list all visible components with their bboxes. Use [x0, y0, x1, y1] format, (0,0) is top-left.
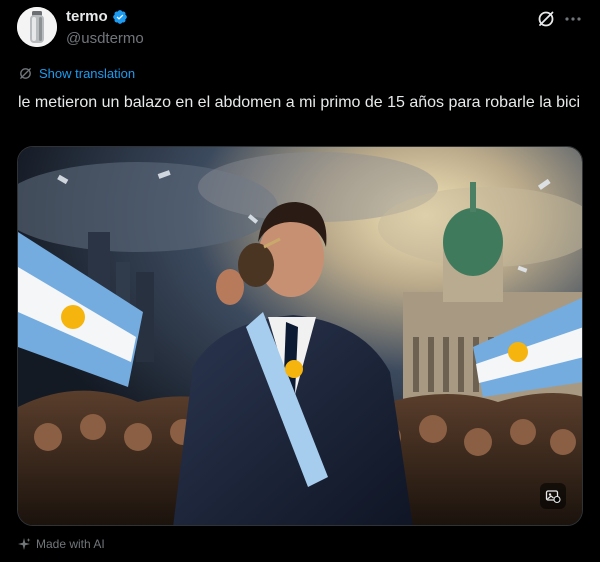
sparkle-icon [18, 538, 31, 550]
tweet-text: le metieron un balazo en el abdomen a mi… [18, 94, 581, 111]
display-name[interactable]: termo [66, 8, 108, 25]
tweet-media-image[interactable] [17, 146, 583, 526]
image-description-button[interactable] [540, 483, 566, 509]
author-handle[interactable]: @usdtermo [66, 30, 144, 47]
made-with-ai-label: Made with AI [17, 537, 105, 551]
thermos-avatar-image [17, 7, 57, 47]
made-with-ai-text: Made with AI [36, 537, 105, 551]
author-name-row: termo [66, 8, 128, 25]
verified-badge-icon [112, 9, 127, 24]
show-translation-label: Show translation [39, 66, 136, 81]
more-options-icon[interactable] [563, 9, 583, 29]
grok-icon[interactable] [536, 9, 556, 29]
ai-generated-rally-image [18, 147, 582, 525]
show-translation-link[interactable]: Show translation [18, 66, 135, 81]
grok-icon [20, 68, 31, 79]
tweet-post: termo @usdtermo Show translation le meti… [0, 0, 600, 562]
avatar[interactable] [17, 7, 57, 47]
image-description-icon [545, 490, 561, 504]
